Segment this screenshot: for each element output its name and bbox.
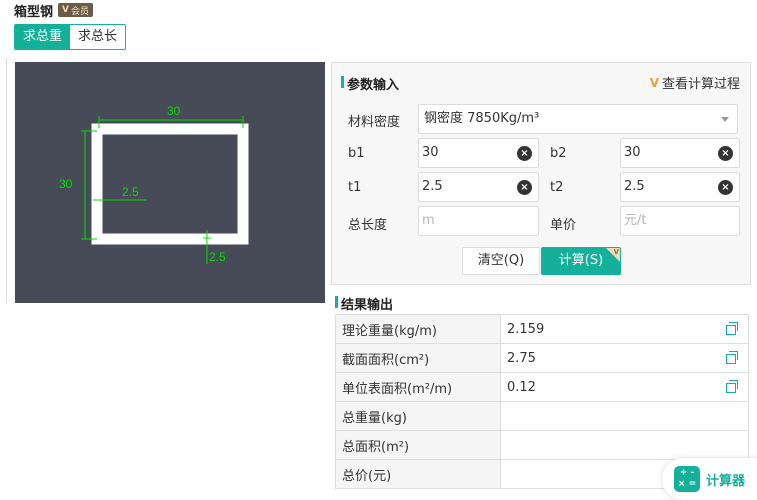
box-section-drawing: 30 30 2.5 2.5 bbox=[59, 104, 249, 264]
clear-button[interactable]: 清空(Q) bbox=[462, 247, 540, 275]
result-label: 单位表面积(m²/m) bbox=[335, 372, 501, 402]
b1-input[interactable]: 30 × bbox=[418, 138, 539, 168]
vip-corner-icon: V bbox=[613, 248, 619, 256]
result-value-cell bbox=[500, 401, 749, 431]
view-process-label: 查看计算过程 bbox=[661, 77, 740, 92]
b1-value: 30 bbox=[422, 145, 439, 160]
copy-icon[interactable] bbox=[726, 380, 738, 393]
vip-k-icon: V bbox=[649, 75, 659, 90]
table-row: 总重量(kg) bbox=[335, 401, 749, 431]
top-dimension-label: 30 bbox=[167, 104, 181, 118]
chevron-down-icon bbox=[721, 117, 729, 122]
b2-value: 30 bbox=[624, 145, 641, 160]
result-value-cell: 0.12 bbox=[500, 372, 749, 402]
t1-input[interactable]: 2.5 × bbox=[418, 172, 539, 202]
tab-total-weight[interactable]: 求总重 bbox=[15, 25, 71, 49]
result-label: 截面面积(cm²) bbox=[335, 343, 501, 373]
result-value-cell: 2.75 bbox=[500, 343, 749, 373]
params-title: 参数输入 bbox=[341, 74, 399, 93]
divider bbox=[6, 58, 7, 303]
calculator-icon-bottom: × = bbox=[677, 479, 697, 489]
calculator-icon-top: + - bbox=[679, 468, 695, 478]
length-placeholder: m bbox=[422, 213, 435, 228]
t2-label: t2 bbox=[550, 180, 564, 195]
b1-label: b1 bbox=[348, 146, 365, 161]
table-row: 总面积(m²) bbox=[335, 430, 749, 460]
tab-total-length[interactable]: 求总长 bbox=[70, 25, 126, 49]
density-label: 材料密度 bbox=[348, 115, 401, 130]
bottom-thickness-label: 2.5 bbox=[209, 250, 226, 264]
result-value: 2.159 bbox=[507, 321, 545, 337]
view-process-link[interactable]: V 查看计算过程 bbox=[649, 73, 740, 93]
vip-badge: V 会员 bbox=[58, 3, 93, 17]
inner-thickness-label: 2.5 bbox=[122, 185, 139, 199]
result-label: 总价(元) bbox=[335, 459, 501, 489]
vip-icon: V bbox=[62, 5, 69, 15]
price-placeholder: 元/t bbox=[624, 213, 647, 228]
page-header: 箱型钢 V 会员 bbox=[14, 2, 93, 20]
copy-icon[interactable] bbox=[726, 322, 738, 335]
result-value-cell: 2.159 bbox=[500, 314, 749, 344]
calculator-label: 计算器 bbox=[706, 473, 746, 489]
price-label: 单价 bbox=[550, 218, 577, 233]
length-input[interactable]: m bbox=[418, 206, 539, 236]
result-label: 总面积(m²) bbox=[335, 430, 501, 460]
page-title: 箱型钢 bbox=[14, 4, 54, 20]
clear-icon[interactable]: × bbox=[718, 180, 733, 195]
result-label: 理论重量(kg/m) bbox=[335, 314, 501, 344]
mode-tabs: 求总重 求总长 bbox=[14, 24, 127, 50]
results-title: 结果输出 bbox=[335, 294, 393, 313]
clear-icon[interactable]: × bbox=[718, 146, 733, 161]
b2-label: b2 bbox=[550, 146, 567, 161]
clear-icon[interactable]: × bbox=[517, 146, 532, 161]
b2-input[interactable]: 30 × bbox=[620, 138, 740, 168]
table-row: 单位表面积(m²/m) 0.12 bbox=[335, 372, 749, 402]
calculator-button[interactable]: + - × = 计算器 bbox=[662, 458, 757, 500]
t1-value: 2.5 bbox=[422, 179, 443, 194]
table-row: 理论重量(kg/m) 2.159 bbox=[335, 314, 749, 344]
density-value: 钢密度 7850Kg/m³ bbox=[424, 111, 540, 126]
result-value-cell bbox=[500, 430, 749, 460]
length-label: 总长度 bbox=[348, 218, 388, 233]
price-input[interactable]: 元/t bbox=[620, 206, 740, 236]
box-section-outline bbox=[91, 123, 249, 245]
density-select[interactable]: 钢密度 7850Kg/m³ bbox=[418, 104, 738, 134]
result-value: 0.12 bbox=[507, 379, 536, 395]
vip-badge-label: 会员 bbox=[70, 6, 89, 17]
t2-input[interactable]: 2.5 × bbox=[620, 172, 740, 202]
t2-value: 2.5 bbox=[624, 179, 645, 194]
clear-icon[interactable]: × bbox=[517, 180, 532, 195]
calculate-button-label: 计算(S) bbox=[558, 253, 604, 268]
result-label: 总重量(kg) bbox=[335, 401, 501, 431]
section-diagram: 30 30 2.5 2.5 bbox=[15, 62, 325, 303]
t1-label: t1 bbox=[348, 180, 362, 195]
table-row: 截面面积(cm²) 2.75 bbox=[335, 343, 749, 373]
calculate-button[interactable]: 计算(S) V bbox=[541, 247, 621, 275]
left-dimension-label: 30 bbox=[59, 177, 73, 191]
copy-icon[interactable] bbox=[726, 351, 738, 364]
params-panel: 参数输入 V 查看计算过程 材料密度 钢密度 7850Kg/m³ b1 30 ×… bbox=[331, 62, 751, 285]
result-value: 2.75 bbox=[507, 350, 536, 366]
calculator-icon: + - × = bbox=[674, 466, 700, 492]
